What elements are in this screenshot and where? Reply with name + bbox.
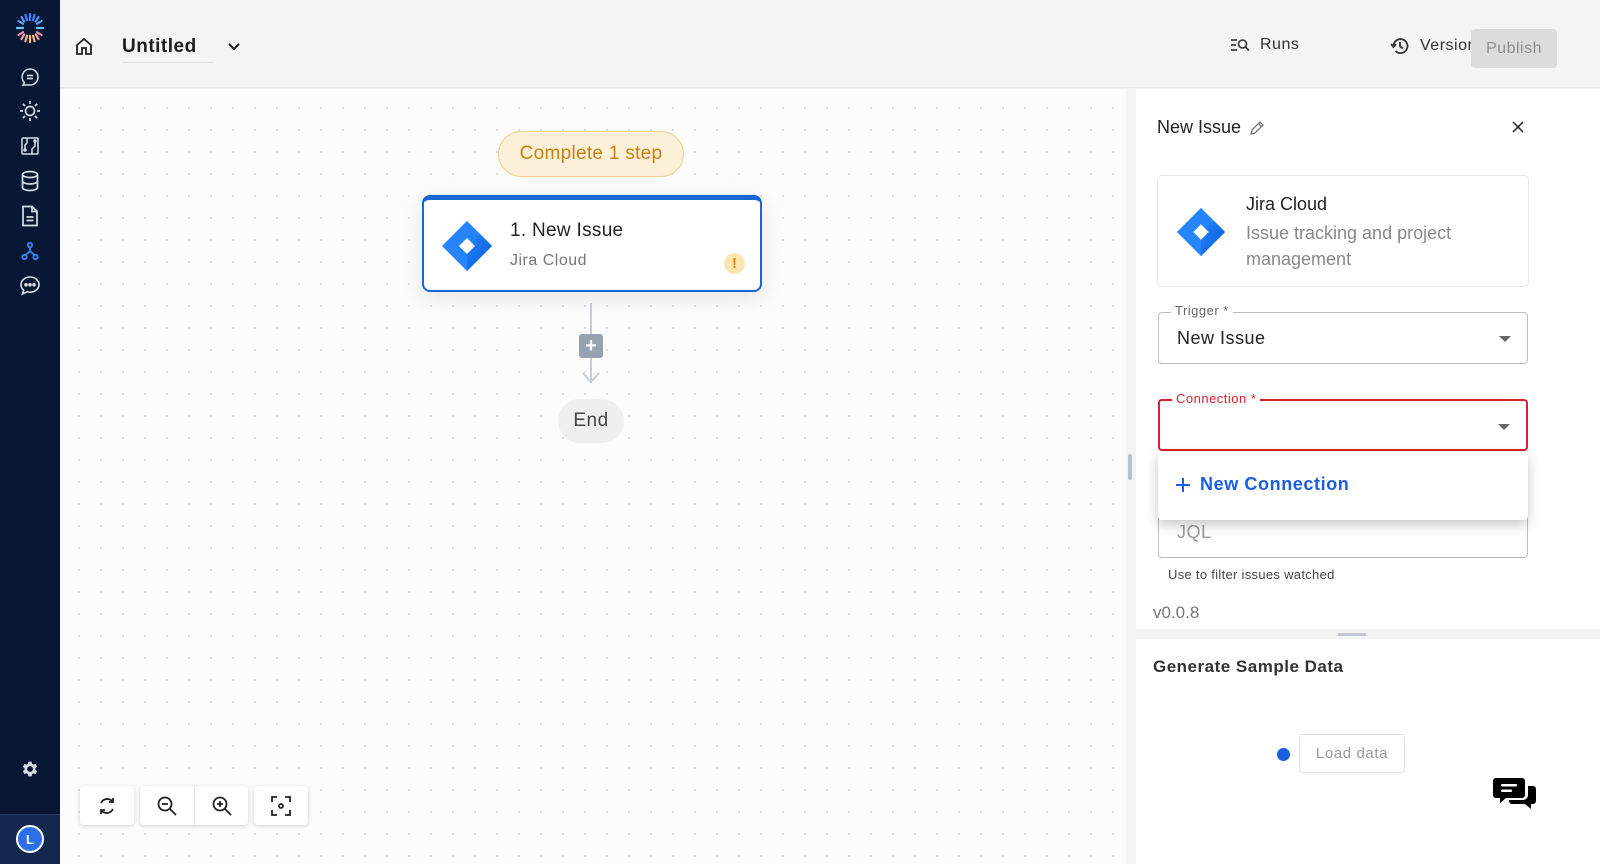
- sidebar-settings[interactable]: [16, 755, 44, 783]
- zoom-in-button[interactable]: [194, 786, 248, 825]
- jql-helper-text: Use to filter issues watched: [1168, 567, 1335, 582]
- top-bar: Untitled Runs Versions Publish: [60, 0, 1600, 88]
- database-icon: [21, 170, 39, 192]
- pencil-icon[interactable]: [1249, 120, 1265, 136]
- sample-data-title: Generate Sample Data: [1153, 657, 1344, 676]
- step-node-app: Jira Cloud: [510, 252, 588, 269]
- circuit-board-icon: [21, 137, 39, 155]
- step-node[interactable]: 1. New Issue Jira Cloud !: [422, 195, 762, 292]
- gear-icon: [22, 761, 38, 777]
- sun-icon: [20, 101, 40, 121]
- workflow-icon: [21, 241, 39, 261]
- panel-resize-handle[interactable]: [1128, 454, 1132, 480]
- add-step-button[interactable]: +: [579, 334, 603, 358]
- home-icon[interactable]: [74, 36, 94, 56]
- app-info-card: Jira Cloud Issue tracking and project ma…: [1157, 175, 1529, 287]
- refresh-button[interactable]: [80, 786, 134, 825]
- sidebar-item-circuit[interactable]: [16, 132, 44, 160]
- sample-data-panel: Generate Sample Data Load data: [1136, 639, 1600, 864]
- sample-panel-resize-handle[interactable]: [1338, 633, 1366, 636]
- load-data-button[interactable]: Load data: [1299, 734, 1405, 773]
- panel-title-text: New Issue: [1157, 117, 1242, 137]
- workflow-canvas[interactable]: Complete 1 step 1. New Issue Jira Cloud …: [60, 89, 1126, 864]
- message-dots-icon: [20, 276, 40, 296]
- plus-icon: [1176, 477, 1190, 492]
- workflow-title[interactable]: Untitled: [122, 36, 214, 63]
- publish-button[interactable]: Publish: [1471, 29, 1557, 68]
- panel-resizer: [1126, 89, 1136, 864]
- sidebar-item-workflows[interactable]: [16, 237, 44, 265]
- runs-label: Runs: [1260, 36, 1300, 53]
- sidebar-user-area: L: [0, 814, 60, 864]
- document-icon: [22, 205, 38, 227]
- zoom-in-icon: [212, 796, 232, 816]
- zoom-out-icon: [157, 796, 177, 816]
- jira-logo-icon: [442, 221, 492, 271]
- connection-select[interactable]: Connection *: [1158, 391, 1528, 451]
- status-dot: [1277, 748, 1290, 761]
- connection-dropdown: New Connection: [1158, 452, 1528, 520]
- new-connection-option[interactable]: New Connection: [1174, 474, 1349, 495]
- warning-icon: !: [724, 253, 745, 274]
- close-icon[interactable]: [1508, 117, 1528, 137]
- sidebar-item-chat[interactable]: [16, 63, 44, 91]
- canvas-controls: [80, 786, 308, 825]
- new-connection-label: New Connection: [1200, 474, 1350, 494]
- incomplete-steps-badge: Complete 1 step: [498, 131, 684, 177]
- sidebar-item-messages[interactable]: [16, 272, 44, 300]
- app-description: Issue tracking and project management: [1246, 223, 1452, 269]
- trigger-value: New Issue: [1177, 328, 1266, 348]
- jira-logo-icon: [1176, 207, 1226, 257]
- app-name: Jira Cloud: [1246, 194, 1328, 214]
- sample-panel-resizer: [1136, 629, 1600, 639]
- chat-bubble-icon: [21, 68, 39, 86]
- fit-view-button[interactable]: [254, 786, 308, 825]
- sidebar-item-document[interactable]: [16, 202, 44, 230]
- fit-view-icon: [271, 795, 291, 816]
- avatar[interactable]: L: [16, 825, 44, 853]
- trigger-select[interactable]: Trigger * New Issue: [1158, 303, 1528, 364]
- step-settings-panel: New Issue Jira Cloud Issue tracking and …: [1136, 89, 1600, 633]
- zoom-out-button[interactable]: [140, 786, 194, 825]
- connection-label: Connection *: [1172, 391, 1261, 406]
- support-chat-icon[interactable]: [1492, 776, 1538, 812]
- trigger-label: Trigger *: [1171, 303, 1233, 318]
- piece-version: v0.0.8: [1153, 603, 1200, 622]
- caret-down-icon: [1499, 336, 1511, 342]
- step-node-title: 1. New Issue: [510, 220, 624, 241]
- sidebar: L: [0, 0, 60, 864]
- end-node: End: [558, 399, 624, 443]
- runs-search-icon: [1231, 39, 1250, 52]
- history-icon: [1390, 38, 1409, 54]
- app-logo-icon[interactable]: [12, 10, 48, 46]
- chevron-down-icon[interactable]: [226, 38, 242, 54]
- sidebar-item-sun[interactable]: [16, 97, 44, 125]
- jql-placeholder: JQL: [1177, 522, 1212, 542]
- caret-down-icon: [1498, 424, 1510, 430]
- arrow-down-icon: [582, 372, 600, 384]
- runs-button[interactable]: Runs: [1230, 36, 1299, 54]
- panel-title: New Issue: [1157, 117, 1265, 138]
- sidebar-item-database[interactable]: [16, 167, 44, 195]
- refresh-icon: [100, 797, 114, 814]
